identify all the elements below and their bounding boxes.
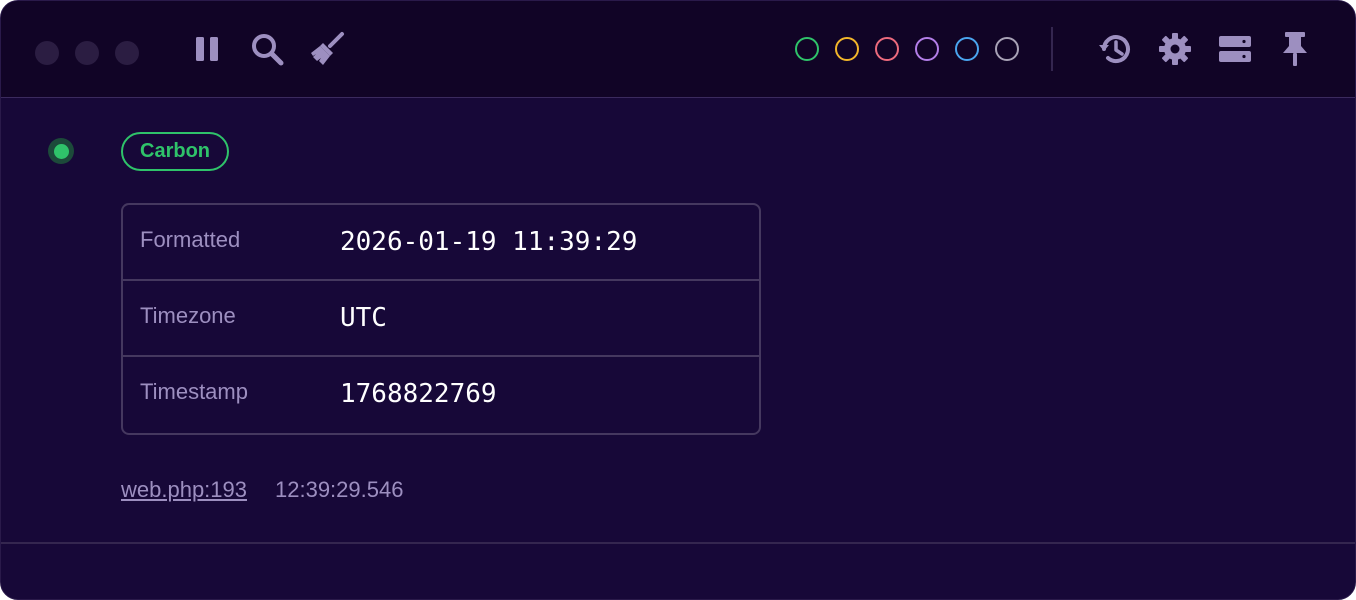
gear-icon — [1159, 33, 1191, 65]
table-row: Timestamp 1768822769 — [123, 357, 759, 433]
row-key: Timestamp — [140, 379, 248, 404]
window-maximize-button[interactable] — [115, 41, 139, 65]
broom-icon — [311, 32, 344, 65]
details-table: Formatted 2026-01-19 11:39:29 Timezone U… — [121, 203, 761, 435]
search-icon — [252, 34, 284, 66]
source-file-link[interactable]: web.php:193 — [121, 477, 247, 502]
entry-time: 12:39:29.546 — [275, 477, 404, 502]
server-button[interactable] — [1215, 29, 1255, 69]
window-minimize-button[interactable] — [75, 41, 99, 65]
clear-button[interactable] — [307, 29, 347, 69]
server-icon — [1219, 36, 1251, 62]
status-indicator — [48, 138, 74, 164]
filter-yellow-button[interactable] — [835, 37, 859, 61]
history-icon — [1099, 35, 1130, 64]
row-value: UTC — [340, 303, 387, 333]
row-value: 1768822769 — [340, 379, 497, 409]
entry-meta: web.php:193 12:39:29.546 — [121, 477, 403, 503]
app-window: Carbon Formatted 2026-01-19 11:39:29 Tim… — [0, 0, 1356, 600]
entry-divider — [1, 542, 1355, 544]
pause-icon — [196, 37, 218, 61]
row-key: Timezone — [140, 303, 236, 328]
filter-blue-button[interactable] — [955, 37, 979, 61]
table-row: Timezone UTC — [123, 281, 759, 357]
status-indicator-dot — [53, 143, 69, 159]
window-close-button[interactable] — [35, 41, 59, 65]
row-value: 2026-01-19 11:39:29 — [340, 227, 638, 257]
toolbar — [1, 1, 1355, 98]
filter-green-button[interactable] — [795, 37, 819, 61]
row-key: Formatted — [140, 227, 241, 252]
filter-purple-button[interactable] — [915, 37, 939, 61]
filter-gray-button[interactable] — [995, 37, 1019, 61]
table-row: Formatted 2026-01-19 11:39:29 — [123, 205, 759, 281]
history-button[interactable] — [1095, 29, 1135, 69]
pause-button[interactable] — [187, 29, 227, 69]
pin-button[interactable] — [1275, 29, 1315, 69]
search-button[interactable] — [247, 29, 287, 69]
pin-icon — [1283, 32, 1307, 66]
toolbar-divider — [1051, 27, 1053, 71]
log-entry: Carbon Formatted 2026-01-19 11:39:29 Tim… — [1, 99, 1355, 542]
type-badge: Carbon — [121, 132, 229, 171]
settings-button[interactable] — [1155, 29, 1195, 69]
filter-red-button[interactable] — [875, 37, 899, 61]
